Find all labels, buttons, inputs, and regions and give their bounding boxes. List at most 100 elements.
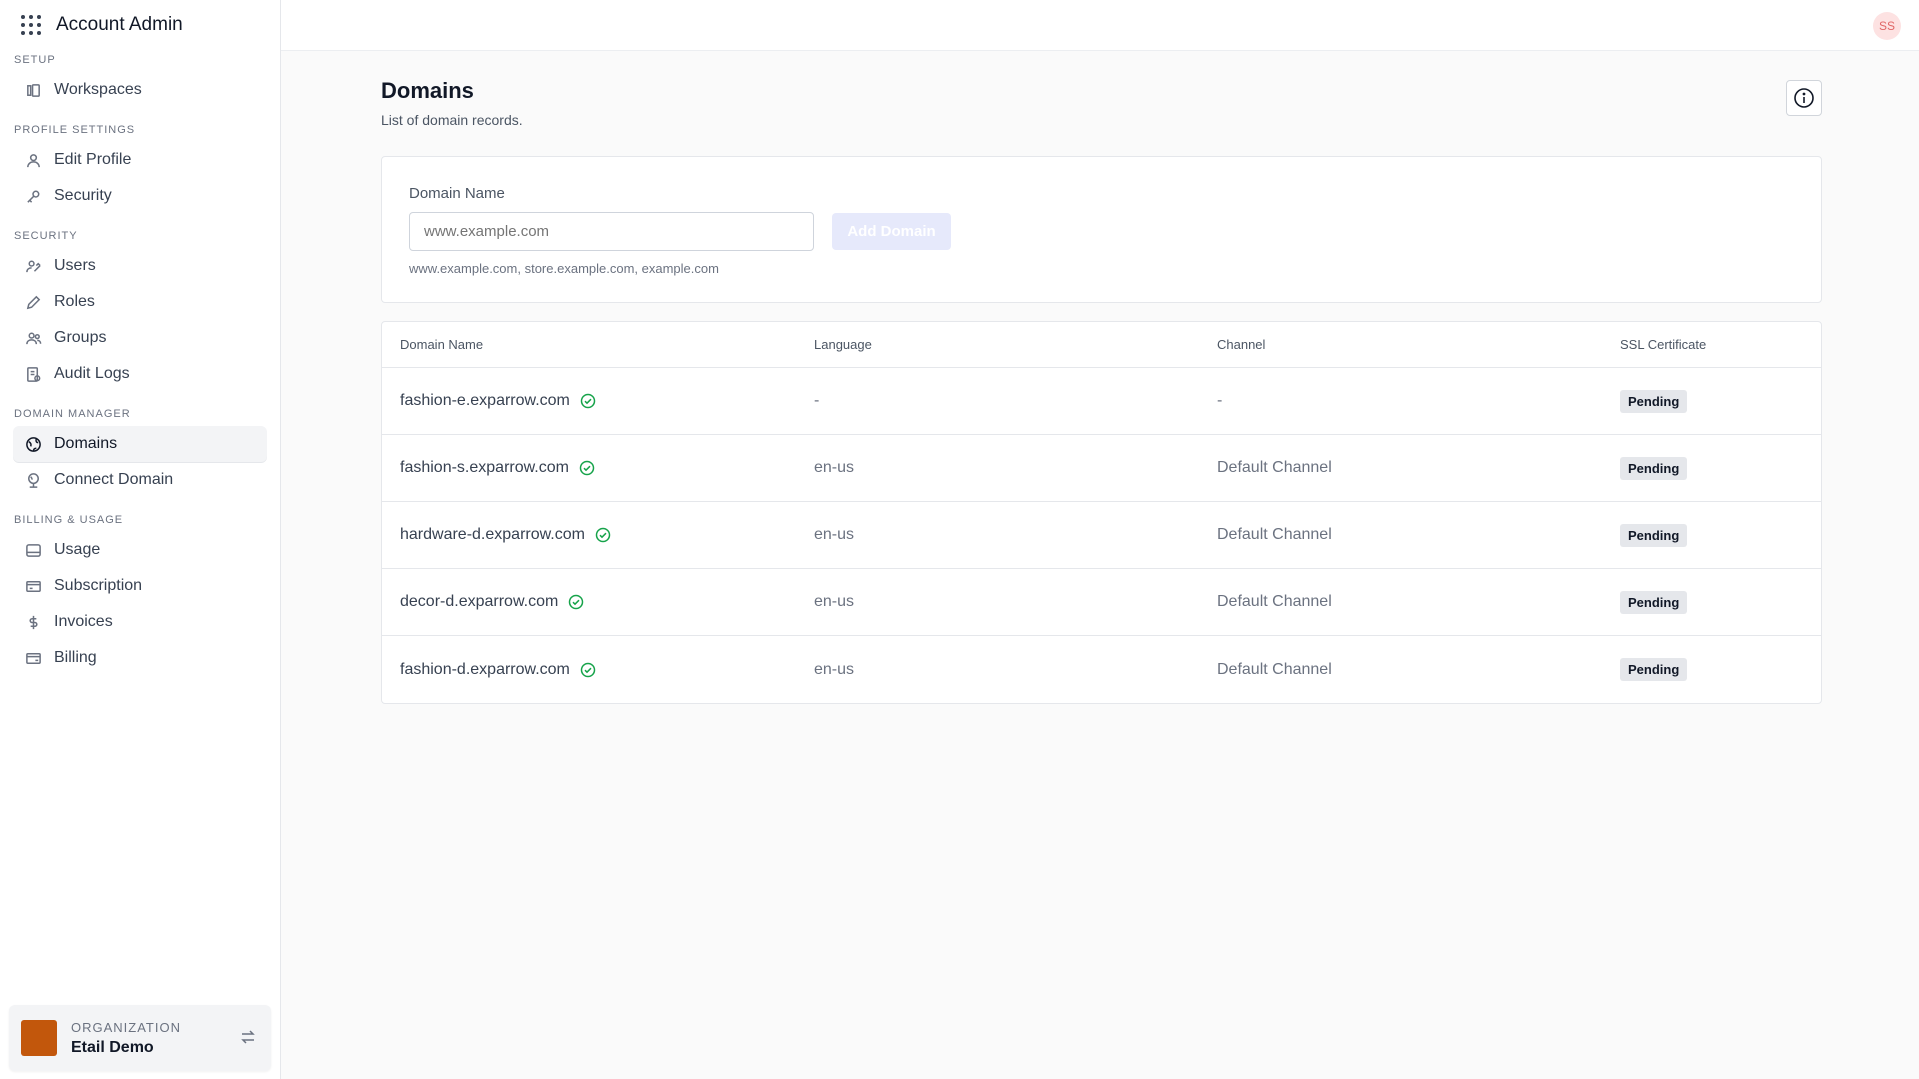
domain-cell: decor-d.exparrow.com: [382, 593, 814, 611]
status-badge: Pending: [1620, 456, 1688, 480]
domain-cell: hardware-d.exparrow.com: [382, 526, 814, 544]
domain-cell: fashion-d.exparrow.com: [382, 661, 814, 679]
domain-hint: www.example.com, store.example.com, exam…: [409, 261, 719, 276]
verified-check-icon: [580, 393, 596, 409]
add-domain-card: Domain Name Add Domain www.example.com, …: [381, 156, 1822, 303]
sidebar-item-security[interactable]: Security: [13, 178, 267, 214]
status-badge: Pending: [1620, 389, 1688, 413]
sidebar-item-label: Edit Profile: [54, 151, 132, 168]
sidebar-item-connect-domain[interactable]: Connect Domain: [13, 462, 267, 498]
dollar-icon: [24, 613, 42, 631]
table-row[interactable]: decor-d.exparrow.com en-us Default Chann…: [382, 569, 1821, 636]
status-badge: Pending: [1620, 590, 1688, 614]
table-row[interactable]: fashion-s.exparrow.com en-us Default Cha…: [382, 435, 1821, 502]
app-title: Account Admin: [56, 14, 183, 35]
ssl-cell: Pending: [1620, 389, 1821, 413]
switch-arrows-icon[interactable]: [239, 1028, 259, 1048]
sidebar-item-label: Users: [54, 257, 96, 274]
sidebar-item-billing[interactable]: Billing: [13, 640, 267, 676]
card-icon: [24, 577, 42, 595]
language-cell: -: [814, 392, 820, 409]
sidebar-item-label: Connect Domain: [54, 471, 174, 488]
domain-cell: fashion-s.exparrow.com: [382, 459, 814, 477]
domains-table: Domain Name Language Channel SSL Certifi…: [381, 321, 1822, 704]
ssl-cell: Pending: [1620, 456, 1821, 480]
domain-name[interactable]: decor-d.exparrow.com: [400, 593, 558, 611]
organization-name: Etail Demo: [71, 1038, 154, 1056]
domain-cell: fashion-e.exparrow.com: [382, 392, 814, 410]
sidebar-item-label: Security: [54, 187, 112, 204]
domain-name[interactable]: fashion-s.exparrow.com: [400, 459, 569, 477]
globe-icon: [24, 435, 42, 453]
sidebar-item-label: Groups: [54, 329, 107, 346]
ssl-cell: Pending: [1620, 523, 1821, 547]
sidebar-item-invoices[interactable]: Invoices: [13, 604, 267, 640]
domain-name[interactable]: fashion-e.exparrow.com: [400, 392, 570, 410]
sidebar-item-label: Billing: [54, 649, 97, 666]
workspaces-icon: [24, 81, 42, 99]
topbar: SS: [281, 0, 1919, 51]
verified-check-icon: [595, 527, 611, 543]
language-cell: en-us: [814, 593, 855, 610]
language-cell: en-us: [814, 459, 855, 476]
key-icon: [24, 187, 42, 205]
sidebar-item-label: Domains: [54, 435, 118, 452]
organization-label: Organization: [71, 1019, 181, 1035]
sidebar-item-subscription[interactable]: Subscription: [13, 568, 267, 604]
domain-name-input[interactable]: [409, 212, 814, 251]
sidebar-item-label: Usage: [54, 541, 101, 558]
info-button[interactable]: [1786, 80, 1822, 116]
table-header: Domain Name Language Channel SSL Certifi…: [382, 322, 1821, 368]
table-row[interactable]: fashion-e.exparrow.com - - Pending: [382, 368, 1821, 435]
table-row[interactable]: hardware-d.exparrow.com en-us Default Ch…: [382, 502, 1821, 569]
sidebar-item-roles[interactable]: Roles: [13, 284, 267, 320]
page-subtitle: List of domain records.: [381, 112, 523, 128]
sidebar-item-label: Workspaces: [54, 81, 142, 98]
globe-connect-icon: [24, 471, 42, 489]
sidebar-section-title: Billing & Usage: [14, 514, 124, 526]
sidebar-item-label: Roles: [54, 293, 95, 310]
users-icon: [24, 257, 42, 275]
channel-cell: Default Channel: [1217, 526, 1332, 543]
sidebar-item-domains[interactable]: Domains: [13, 426, 267, 462]
brand: Account Admin: [0, 0, 280, 50]
main-area: SS Domains List of domain records. Domai…: [281, 0, 1919, 1079]
sidebar-section-title: Profile Settings: [14, 124, 136, 136]
user-icon: [24, 151, 42, 169]
organization-logo: [21, 1020, 57, 1056]
sidebar-item-usage[interactable]: Usage: [13, 532, 267, 568]
group-icon: [24, 329, 42, 347]
status-badge: Pending: [1620, 523, 1688, 547]
sidebar-section-title: Setup: [14, 54, 56, 66]
sidebar-item-workspaces[interactable]: Workspaces: [13, 72, 267, 108]
sidebar-item-label: Invoices: [54, 613, 113, 630]
table-row[interactable]: fashion-d.exparrow.com en-us Default Cha…: [382, 636, 1821, 703]
app-root: Account Admin Setup Workspaces Profile Set…: [0, 0, 1919, 1079]
header-ssl: SSL Certificate: [1620, 337, 1707, 352]
info-icon: [1794, 88, 1814, 108]
apps-grid-icon[interactable]: [21, 15, 41, 35]
ssl-cell: Pending: [1620, 658, 1821, 681]
verified-check-icon: [569, 594, 584, 610]
channel-cell: Default Channel: [1217, 459, 1332, 476]
avatar[interactable]: SS: [1873, 12, 1901, 40]
domain-name[interactable]: fashion-d.exparrow.com: [400, 661, 570, 679]
status-badge: Pending: [1620, 658, 1688, 681]
page-title: Domains: [381, 78, 474, 103]
sidebar: Account Admin Setup Workspaces Profile Set…: [0, 0, 281, 1079]
domain-name-label: Domain Name: [409, 185, 505, 202]
domain-name[interactable]: hardware-d.exparrow.com: [400, 526, 585, 544]
ssl-cell: Pending: [1620, 590, 1821, 614]
sidebar-item-users[interactable]: Users: [13, 248, 267, 284]
header-domain-name: Domain Name: [400, 337, 484, 352]
organization-switcher[interactable]: Organization Etail Demo: [9, 1005, 271, 1071]
channel-cell: Default Channel: [1217, 660, 1332, 678]
add-domain-button[interactable]: Add Domain: [832, 213, 951, 250]
audit-icon: [24, 365, 42, 383]
sidebar-item-label: Audit Logs: [54, 365, 130, 382]
sidebar-item-groups[interactable]: Groups: [13, 320, 267, 356]
sidebar-item-audit-logs[interactable]: Audit Logs: [13, 356, 267, 392]
usage-icon: [24, 541, 42, 559]
sidebar-item-edit-profile[interactable]: Edit Profile: [13, 142, 267, 178]
channel-cell: -: [1217, 392, 1223, 409]
